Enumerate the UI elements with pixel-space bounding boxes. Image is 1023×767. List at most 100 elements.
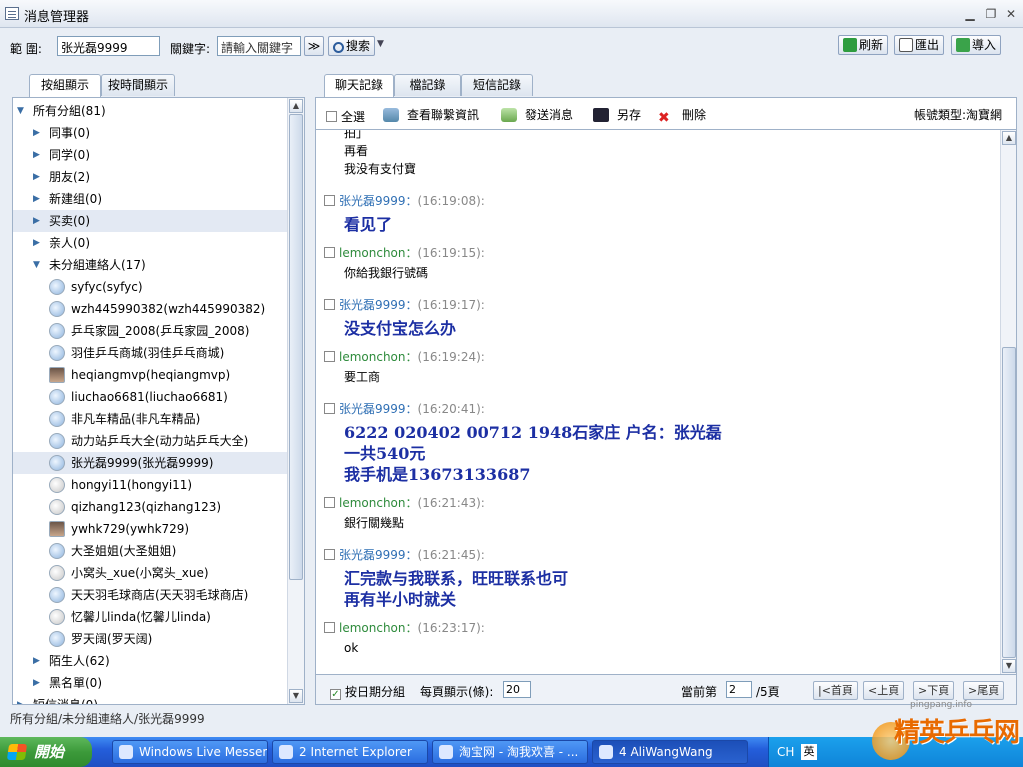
collapsed-arrow-icon[interactable]: ▶ bbox=[33, 210, 40, 232]
tab-by-time[interactable]: 按時間顯示 bbox=[101, 74, 175, 96]
next-page-button[interactable]: >下頁 bbox=[913, 681, 955, 700]
collapsed-arrow-icon[interactable]: ▶ bbox=[33, 650, 40, 672]
scroll-down-icon[interactable]: ▼ bbox=[1002, 659, 1016, 673]
tree-group-item[interactable]: ▶ 短信消息(0) bbox=[13, 694, 288, 704]
tree-group-item[interactable]: ▶ 同事(0) bbox=[13, 122, 288, 144]
scroll-up-icon[interactable]: ▲ bbox=[1002, 131, 1016, 145]
contact-item[interactable]: hongyi11(hongyi11) bbox=[13, 474, 288, 496]
chat-scrollbar[interactable]: ▲ ▼ bbox=[1000, 130, 1016, 674]
collapsed-arrow-icon[interactable]: ▶ bbox=[33, 144, 40, 166]
taskbar-item-aliwangwang[interactable]: 4 AliWangWang bbox=[592, 740, 748, 764]
contact-item[interactable]: 动力站乒乓大全(动力站乒乓大全) bbox=[13, 430, 288, 452]
message-timestamp: (16:21:45): bbox=[417, 548, 485, 562]
search-button[interactable]: 搜索 bbox=[328, 36, 376, 56]
collapsed-arrow-icon[interactable]: ▶ bbox=[33, 672, 40, 694]
import-button[interactable]: 導入 bbox=[951, 35, 1002, 55]
browser-icon bbox=[439, 745, 453, 759]
message-checkbox[interactable] bbox=[324, 351, 335, 362]
message-checkbox[interactable] bbox=[324, 622, 335, 633]
contact-item[interactable]: 张光磊9999(张光磊9999) bbox=[13, 452, 288, 474]
prev-page-button[interactable]: <上頁 bbox=[863, 681, 905, 700]
contact-item[interactable]: 罗天阔(罗天阔) bbox=[13, 628, 288, 650]
taskbar-item-ie[interactable]: 2 Internet Explorer bbox=[272, 740, 428, 764]
scroll-up-icon[interactable]: ▲ bbox=[289, 99, 303, 113]
contact-item[interactable]: 羽佳乒乓商城(羽佳乒乓商城) bbox=[13, 342, 288, 364]
taskbar-item-taobao[interactable]: 淘宝网 - 淘我欢喜 - ... bbox=[432, 740, 588, 764]
contact-status-icon bbox=[49, 345, 65, 361]
scroll-thumb[interactable] bbox=[289, 114, 303, 580]
tree-group-item[interactable]: ▶ 新建组(0) bbox=[13, 188, 288, 210]
view-contact-button[interactable]: 查看聯繫資訊 bbox=[383, 106, 479, 123]
restore-button[interactable]: ❐ bbox=[983, 6, 999, 22]
tree-group-item[interactable]: ▶ 朋友(2) bbox=[13, 166, 288, 188]
per-page-label: 每頁顯示(條): bbox=[420, 685, 494, 699]
tab-sms-records[interactable]: 短信記錄 bbox=[461, 74, 533, 96]
contact-item[interactable]: 非凡车精品(非凡车精品) bbox=[13, 408, 288, 430]
contact-item[interactable]: ywhk729(ywhk729) bbox=[13, 518, 288, 540]
tree-group-item[interactable]: ▶ 亲人(0) bbox=[13, 232, 288, 254]
tree-group-item[interactable]: ▶ 同学(0) bbox=[13, 144, 288, 166]
contact-item[interactable]: qizhang123(qizhang123) bbox=[13, 496, 288, 518]
delete-button[interactable]: ✖ 刪除 bbox=[658, 106, 706, 125]
avatar bbox=[49, 367, 65, 383]
contact-item[interactable]: 大圣姐姐(大圣姐姐) bbox=[13, 540, 288, 562]
collapsed-arrow-icon[interactable]: ▶ bbox=[33, 232, 40, 254]
scroll-thumb[interactable] bbox=[1002, 347, 1016, 658]
tab-by-group[interactable]: 按組顯示 bbox=[29, 74, 101, 98]
tree-item-label: 陌生人(62) bbox=[49, 654, 110, 668]
ime-ch[interactable]: CH bbox=[777, 737, 794, 767]
message-checkbox[interactable] bbox=[324, 497, 335, 508]
tree-scrollbar[interactable]: ▲ ▼ bbox=[287, 98, 304, 704]
per-page-input[interactable]: 20 bbox=[503, 681, 531, 698]
group-by-date-checkbox[interactable]: ✓ 按日期分組 bbox=[330, 683, 405, 700]
message-checkbox[interactable] bbox=[324, 549, 335, 560]
tree-group-item[interactable]: ▶ 买卖(0) bbox=[13, 210, 288, 232]
expanded-arrow-icon[interactable]: ▼ bbox=[33, 254, 40, 276]
contact-item[interactable]: 忆馨儿linda(忆馨儿linda) bbox=[13, 606, 288, 628]
message-checkbox[interactable] bbox=[324, 403, 335, 414]
message-timestamp: (16:23:17): bbox=[417, 621, 485, 635]
tree-group-item[interactable]: ▶ 黑名單(0) bbox=[13, 672, 288, 694]
expanded-arrow-icon[interactable]: ▼ bbox=[17, 100, 24, 122]
current-page-input[interactable]: 2 bbox=[726, 681, 752, 698]
taskbar-item-messenger[interactable]: Windows Live Messen... bbox=[112, 740, 268, 764]
send-message-button[interactable]: 發送消息 bbox=[501, 106, 573, 123]
first-page-button[interactable]: |<首頁 bbox=[813, 681, 858, 700]
ime-en-icon[interactable]: 英 bbox=[801, 744, 817, 760]
message-checkbox[interactable] bbox=[324, 247, 335, 258]
select-all-checkbox[interactable]: 全選 bbox=[326, 108, 365, 125]
close-button[interactable]: ✕ bbox=[1003, 6, 1019, 22]
contact-item[interactable]: 乒乓家园_2008(乒乓家园_2008) bbox=[13, 320, 288, 342]
delete-icon: ✖ bbox=[658, 110, 670, 126]
contact-item[interactable]: heqiangmvp(heqiangmvp) bbox=[13, 364, 288, 386]
tree-group-item[interactable]: ▶ 陌生人(62) bbox=[13, 650, 288, 672]
contact-item[interactable]: 小窝头_xue(小窝头_xue) bbox=[13, 562, 288, 584]
export-label: 匯出 bbox=[915, 38, 940, 52]
keyword-input[interactable]: 請輸入關鍵字 bbox=[217, 36, 301, 56]
last-page-button[interactable]: >尾頁 bbox=[963, 681, 1005, 700]
save-as-button[interactable]: 另存 bbox=[593, 106, 641, 123]
minimize-button[interactable]: ▁ bbox=[962, 6, 978, 22]
scroll-down-icon[interactable]: ▼ bbox=[289, 689, 303, 703]
collapsed-arrow-icon[interactable]: ▶ bbox=[33, 166, 40, 188]
tree-group-item[interactable]: ▼ 所有分組(81) bbox=[13, 100, 288, 122]
contact-item[interactable]: liuchao6681(liuchao6681) bbox=[13, 386, 288, 408]
contact-item[interactable]: wzh445990382(wzh445990382) bbox=[13, 298, 288, 320]
refresh-button[interactable]: 刷新 bbox=[838, 35, 889, 55]
collapsed-arrow-icon[interactable]: ▶ bbox=[33, 188, 40, 210]
contact-item[interactable]: 天天羽毛球商店(天天羽毛球商店) bbox=[13, 584, 288, 606]
export-button[interactable]: 匯出 bbox=[894, 35, 945, 55]
contact-item[interactable]: syfyc(syfyc) bbox=[13, 276, 288, 298]
message-checkbox[interactable] bbox=[324, 195, 335, 206]
message-checkbox[interactable] bbox=[324, 299, 335, 310]
tree-group-item[interactable]: ▼ 未分組連絡人(17) bbox=[13, 254, 288, 276]
tree-item-label: wzh445990382(wzh445990382) bbox=[71, 302, 266, 316]
scope-input[interactable]: 张光磊9999 bbox=[57, 36, 160, 56]
more-button[interactable]: ≫ bbox=[304, 36, 324, 56]
collapsed-arrow-icon[interactable]: ▶ bbox=[17, 694, 24, 704]
collapsed-arrow-icon[interactable]: ▶ bbox=[33, 122, 40, 144]
tab-file-records[interactable]: 檔記錄 bbox=[394, 74, 461, 96]
dropdown-arrow-icon[interactable]: ▼ bbox=[377, 39, 384, 49]
start-button[interactable]: 開始 bbox=[0, 737, 92, 767]
tab-chat-records[interactable]: 聊天記錄 bbox=[324, 74, 394, 98]
